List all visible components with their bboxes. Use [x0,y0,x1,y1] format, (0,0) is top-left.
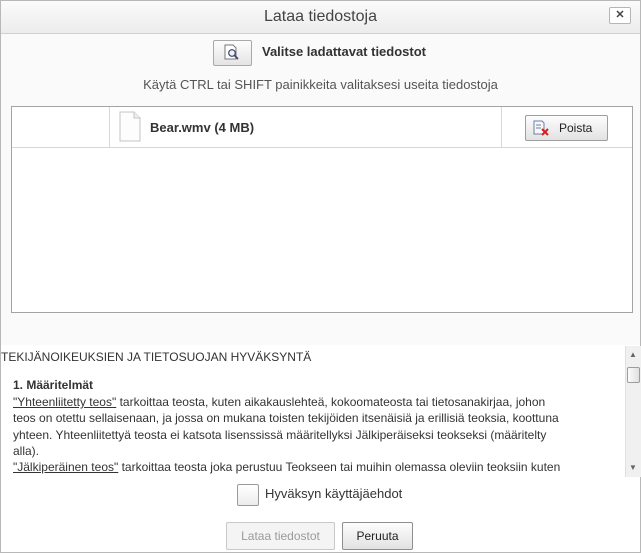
terms-section-title: 1. Määritelmät [13,378,94,392]
terms-line: alla). [13,444,40,458]
scroll-down-arrow-icon[interactable]: ▼ [629,463,637,472]
file-search-icon [224,44,239,60]
file-row-spacer [12,107,110,147]
remove-file-button[interactable]: Poista [525,115,608,141]
terms-definition-term: "Jälkiperäinen teos" [13,460,119,474]
dialog-titlebar: Lataa tiedostoja ✕ [1,1,640,34]
scroll-thumb[interactable] [627,367,640,383]
dialog-title: Lataa tiedostoja [264,8,377,25]
terms-text-area[interactable]: TEKIJÄNOIKEUKSIEN JA TIETOSUOJAN HYVÄKSY… [1,346,625,477]
select-files-label: Valitse ladattavat tiedostot [262,44,426,59]
terms-definition-text: tarkoittaa teosta joka perustuu Teokseen… [118,460,561,474]
upload-files-button[interactable]: Lataa tiedostot [226,522,335,550]
terms-line: "Yhteenliitetty teos" tarkoittaa teosta,… [13,395,545,409]
terms-line: "Jälkiperäinen teos" tarkoittaa teosta j… [13,460,560,474]
file-icon [119,111,141,142]
multi-select-hint: Käytä CTRL tai SHIFT painikkeita valitak… [143,77,498,92]
terms-definition-term: "Yhteenliitetty teos" [13,395,117,409]
file-selection-area: Valitse ladattavat tiedostot Käytä CTRL … [1,34,640,345]
remove-file-icon [533,120,549,136]
scroll-up-arrow-icon[interactable]: ▲ [629,350,637,359]
accept-terms-label[interactable]: Hyväksyn käyttäjäehdot [265,486,402,501]
cancel-button[interactable]: Peruuta [342,522,413,550]
terms-line: yhteen. Yhteenliitettyä teosta ei katsot… [13,428,547,442]
terms-heading: TEKIJÄNOIKEUKSIEN JA TIETOSUOJAN HYVÄKSY… [1,350,312,364]
upload-dialog: Lataa tiedostoja ✕ Valitse ladattavat ti… [0,0,641,553]
terms-line: teos on otettu sellaisenaan, ja jossa on… [13,411,559,425]
file-list: Bear.wmv (4 MB) Poista [11,106,633,313]
terms-scrollbar[interactable]: ▲ ▼ [625,346,641,477]
accept-terms-checkbox[interactable] [237,484,259,506]
terms-definition-text: tarkoittaa teosta, kuten aikakauslehteä,… [116,395,546,409]
file-row: Bear.wmv (4 MB) Poista [12,107,632,148]
remove-file-label: Poista [559,121,593,135]
file-name: Bear.wmv (4 MB) [150,120,255,135]
select-files-button[interactable] [213,40,252,66]
close-button[interactable]: ✕ [609,7,631,24]
